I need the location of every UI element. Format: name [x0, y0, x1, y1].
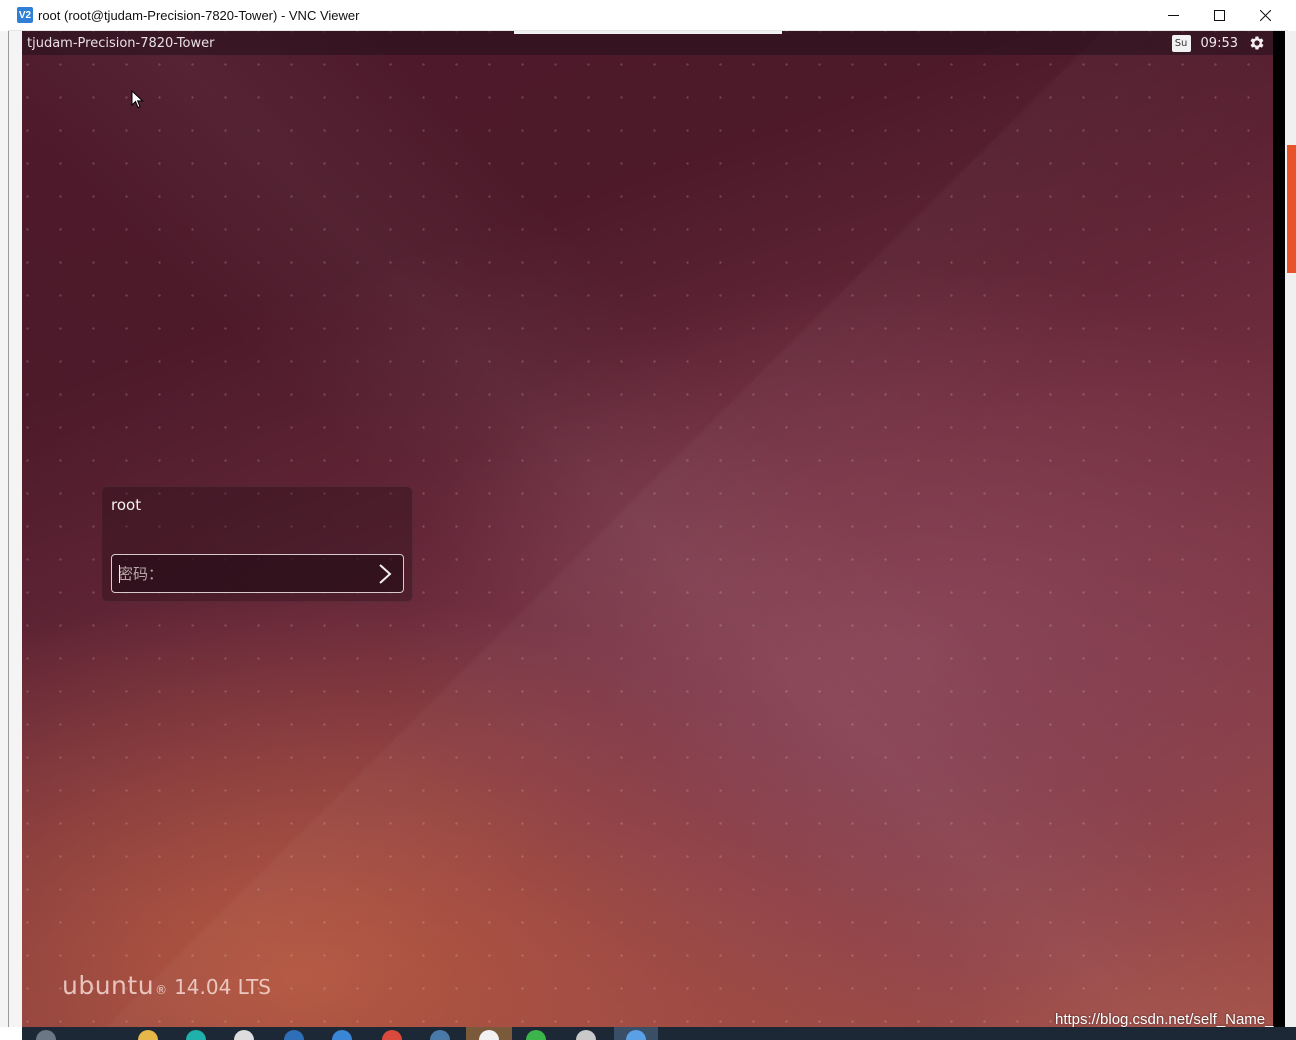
vnc-app-icon: V2 [17, 7, 33, 23]
csdn-watermark: https://blog.csdn.net/self_Name_ [1055, 1011, 1274, 1028]
window-title: root (root@tjudam-Precision-7820-Tower) … [38, 7, 360, 23]
mouse-cursor-icon [131, 90, 144, 109]
vnc-remote-desktop[interactable]: tjudam-Precision-7820-Tower Su 09:53 roo… [22, 31, 1273, 1027]
close-icon [1259, 9, 1271, 21]
registered-mark: ® [155, 983, 168, 997]
gear-icon[interactable] [1248, 34, 1266, 52]
text-caret [119, 565, 120, 583]
keyboard-indicator[interactable]: Su [1171, 34, 1191, 52]
password-input[interactable] [118, 564, 373, 583]
close-button[interactable] [1242, 0, 1288, 30]
password-field[interactable] [111, 554, 404, 593]
chevron-right-icon [379, 564, 392, 584]
background-window-left-edge [0, 31, 22, 1027]
maximize-icon [1213, 9, 1225, 21]
panel-clock[interactable]: 09:53 [1201, 36, 1238, 51]
ubuntu-branding: ubuntu ® 14.04 LTS [62, 971, 271, 1000]
maximize-button[interactable] [1196, 0, 1242, 30]
window-left-border [8, 31, 9, 1027]
minimize-button[interactable] [1150, 0, 1196, 30]
ubuntu-top-panel: tjudam-Precision-7820-Tower Su 09:53 [22, 31, 1273, 55]
panel-notch [514, 31, 782, 34]
ubuntu-version: 14.04 LTS [174, 975, 271, 999]
window-controls [1150, 0, 1288, 30]
login-submit-button[interactable] [371, 560, 399, 588]
windows-taskbar [22, 1027, 1296, 1040]
ubuntu-logo-text: ubuntu [62, 971, 155, 1000]
login-username[interactable]: root [111, 496, 141, 514]
panel-indicators: Su 09:53 [1171, 31, 1273, 55]
minimize-icon [1167, 14, 1179, 16]
window-titlebar[interactable]: V2 root (root@tjudam-Precision-7820-Towe… [8, 0, 1288, 31]
panel-hostname: tjudam-Precision-7820-Tower [27, 35, 215, 51]
background-banner [1287, 145, 1296, 273]
login-box: root [101, 486, 413, 602]
